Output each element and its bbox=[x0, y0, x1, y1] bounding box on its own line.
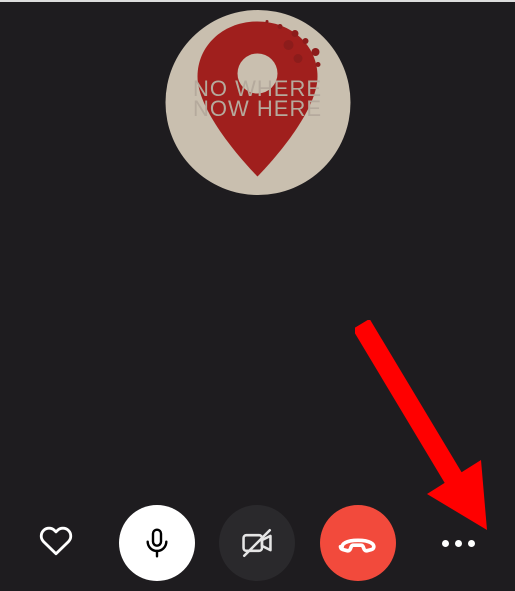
call-screen: NO WHERE NOW HERE bbox=[0, 0, 515, 591]
spray-dot bbox=[315, 62, 320, 67]
spray-dot bbox=[293, 54, 302, 63]
hangup-icon bbox=[338, 523, 378, 563]
spray-dot bbox=[291, 30, 298, 37]
spray-dot bbox=[277, 24, 282, 29]
top-border bbox=[0, 0, 515, 2]
spray-dot bbox=[302, 38, 308, 44]
dot-icon bbox=[468, 540, 475, 547]
microphone-icon bbox=[141, 527, 173, 559]
microphone-button[interactable] bbox=[119, 505, 195, 581]
dot-icon bbox=[442, 540, 449, 547]
avatar-text-line2: NOW HERE bbox=[193, 96, 322, 121]
call-controls bbox=[0, 495, 515, 591]
video-off-icon bbox=[240, 526, 274, 560]
spray-dot bbox=[283, 40, 293, 50]
more-options-button[interactable] bbox=[442, 540, 475, 547]
avatar: NO WHERE NOW HERE bbox=[165, 10, 350, 195]
react-button[interactable] bbox=[39, 524, 73, 562]
heart-icon bbox=[39, 524, 73, 558]
dot-icon bbox=[455, 540, 462, 547]
spray-dot bbox=[265, 20, 268, 23]
spray-dot bbox=[311, 48, 319, 56]
end-call-button[interactable] bbox=[320, 505, 396, 581]
video-off-button[interactable] bbox=[219, 505, 295, 581]
avatar-text: NO WHERE NOW HERE bbox=[193, 79, 322, 119]
